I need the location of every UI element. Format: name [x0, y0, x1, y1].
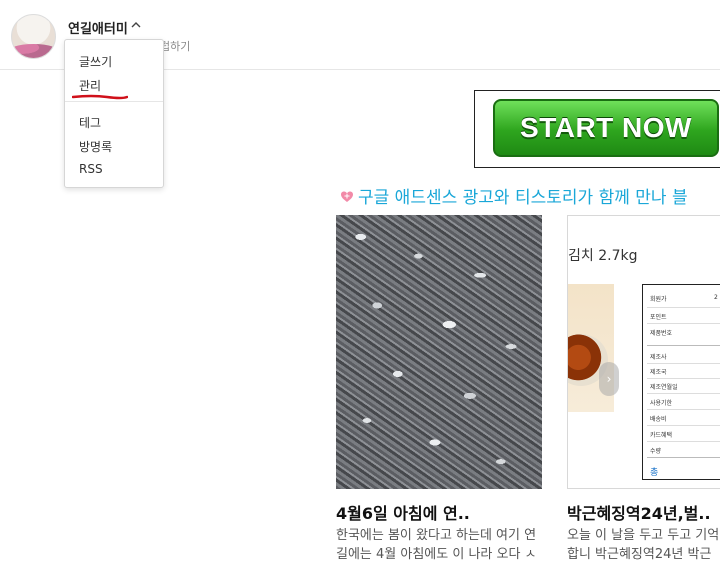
start-now-button[interactable]: START NOW: [493, 99, 719, 157]
heart-icon: [341, 191, 353, 202]
post-title[interactable]: 4월6일 아침에 연..: [336, 500, 470, 524]
spec-divider: [647, 393, 720, 394]
post-title[interactable]: 박근혜징역24년,벌..: [567, 500, 711, 524]
red-underline-annotation: [72, 94, 128, 100]
spec-divider: [647, 363, 720, 364]
spec-divider: [647, 345, 720, 346]
spec-divider: [647, 409, 720, 410]
spec-divider: [647, 441, 720, 442]
spec-label: 수량: [650, 448, 662, 455]
spec-label: 제조연월일: [650, 384, 678, 391]
menu-item-manage[interactable]: 관리: [79, 77, 101, 94]
chevron-right-icon: ›: [599, 362, 619, 396]
spec-divider: [647, 457, 720, 458]
post-thumbnail[interactable]: 김치 2.7kg › 회원가 2 포인트 제품번호 제조사 제조국 제조연월일 …: [567, 215, 720, 489]
username[interactable]: 연길애터미: [68, 18, 128, 37]
post-excerpt-line: 오늘 이 날을 두고 두고 기억: [567, 528, 720, 543]
spec-divider: [647, 307, 720, 308]
menu-item-rss[interactable]: RSS: [79, 162, 103, 176]
avatar-photo: [12, 44, 55, 58]
chevron-up-icon[interactable]: [130, 19, 142, 31]
post-excerpt-line: 길에는 4월 아침에도 이 나라 오다 ㅅ: [336, 547, 537, 562]
menu-item-guestbook[interactable]: 방명록: [79, 138, 112, 155]
spec-total-label: 총: [650, 468, 659, 478]
spec-label: 회원가: [650, 296, 667, 303]
post-excerpt: 오늘 이 날을 두고 두고 기억 합니 박근혜징역24년 박근: [567, 526, 720, 564]
product-label: 김치 2.7kg: [568, 248, 638, 264]
spec-divider: [647, 323, 720, 324]
avatar[interactable]: [11, 14, 56, 59]
header-subtext: 럽하기: [160, 40, 191, 53]
menu-item-write[interactable]: 글쓰기: [79, 53, 112, 70]
spec-label: 배송비: [650, 416, 667, 423]
post-thumbnail[interactable]: [336, 215, 542, 489]
spec-label: 카드혜택: [650, 432, 673, 439]
ad-banner[interactable]: START NOW: [474, 90, 720, 168]
spec-label: 제조사: [650, 354, 667, 361]
spec-divider: [647, 378, 720, 379]
post-excerpt-line: 한국에는 봄이 왔다고 하는데 여기 연: [336, 528, 537, 543]
spec-value: 2: [714, 294, 718, 301]
product-spec-table: 회원가 2 포인트 제품번호 제조사 제조국 제조연월일 사용기한 배송비 카드…: [642, 284, 720, 480]
promo-text: 구글 애드센스 광고와 티스토리가 함께 만나 블: [358, 188, 688, 208]
promo-heading[interactable]: 구글 애드센스 광고와 티스토리가 함께 만나 블: [340, 183, 688, 208]
post-excerpt-line: 합니 박근혜징역24년 박근: [567, 547, 712, 562]
menu-divider: [65, 101, 163, 102]
user-menu-dropdown: 글쓰기 관리 테그 방명록 RSS: [64, 39, 164, 188]
post-excerpt: 한국에는 봄이 왔다고 하는데 여기 연 길에는 4월 아침에도 이 나라 오다…: [336, 526, 542, 564]
spec-divider: [647, 425, 720, 426]
spec-label: 제조국: [650, 369, 667, 376]
product-screenshot: 김치 2.7kg › 회원가 2 포인트 제품번호 제조사 제조국 제조연월일 …: [567, 215, 720, 489]
spec-label: 제품번호: [650, 330, 673, 337]
menu-item-tag[interactable]: 테그: [79, 114, 101, 131]
spec-label: 사용기한: [650, 400, 673, 407]
spec-label: 포인트: [650, 314, 667, 321]
